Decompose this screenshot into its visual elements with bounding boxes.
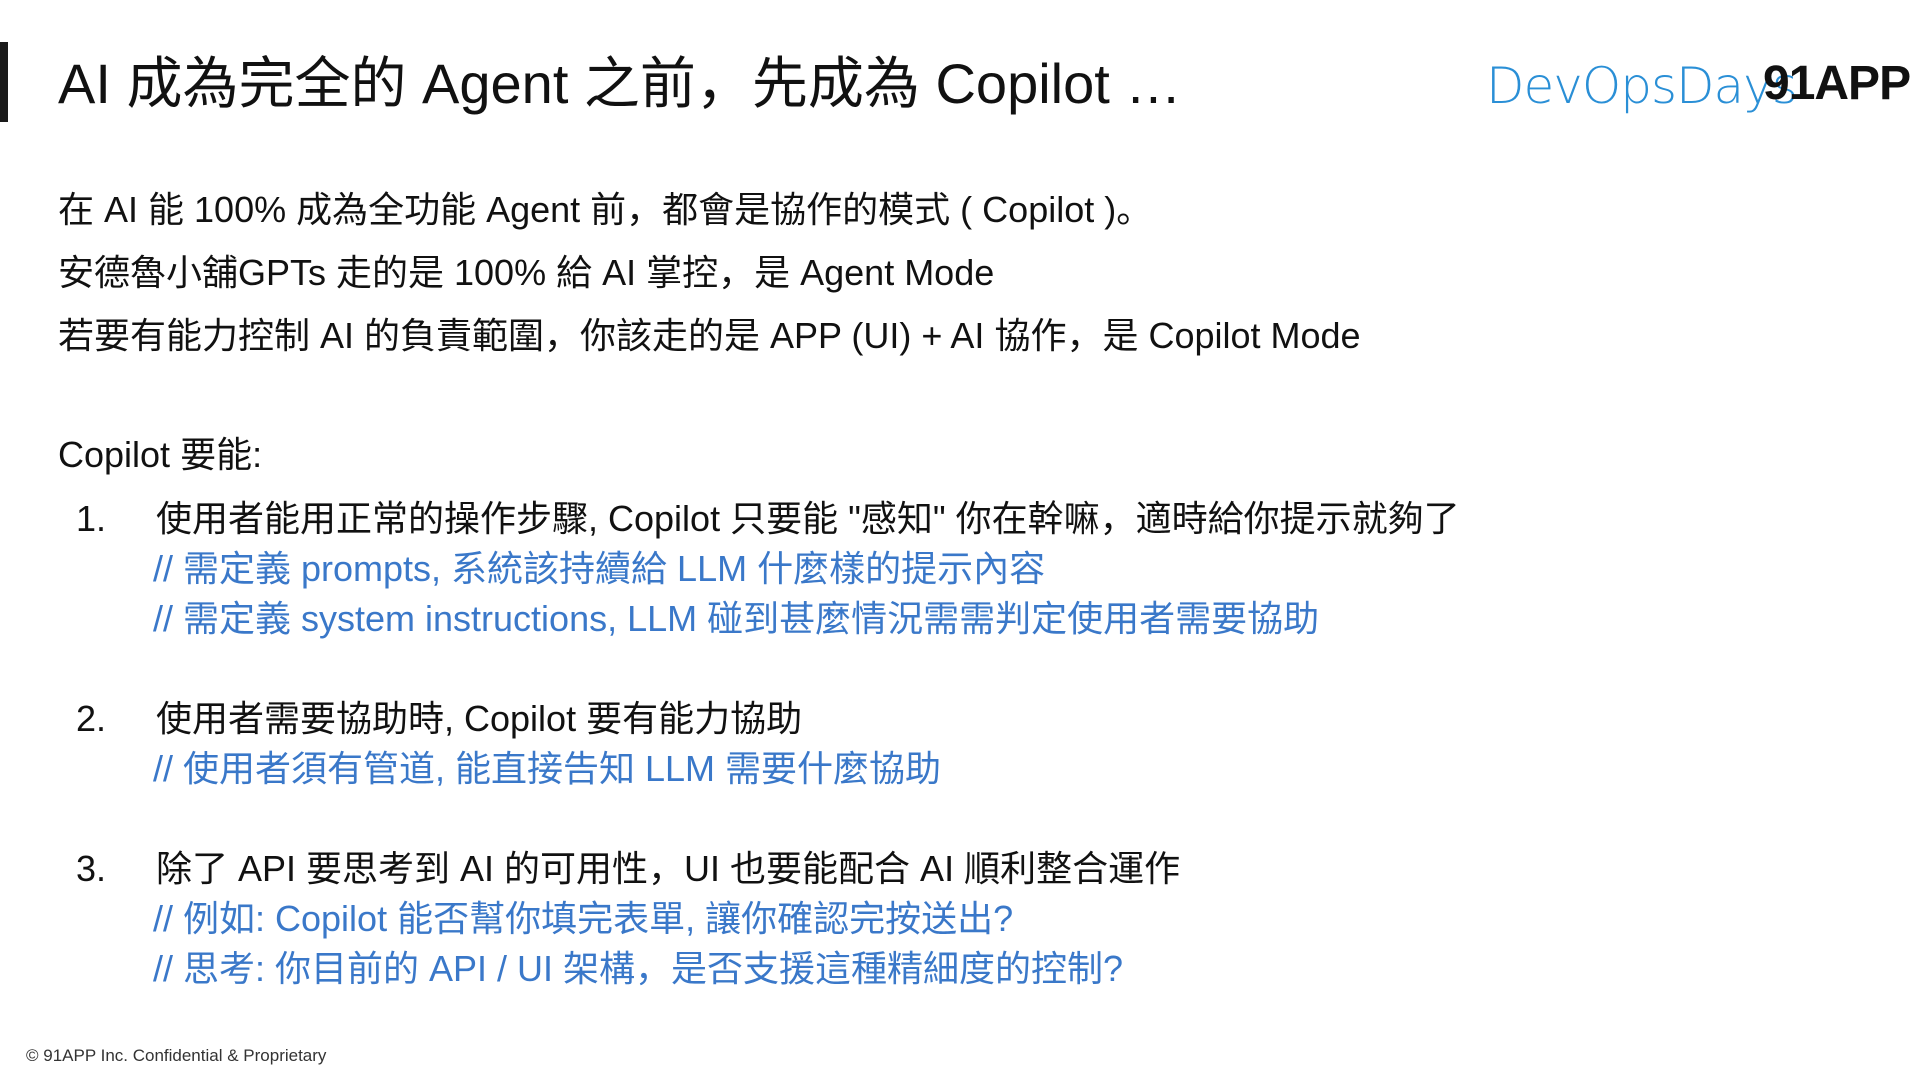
item-note: // 需定義 system instructions, LLM 碰到甚麼情況需需… — [153, 598, 1320, 639]
intro-list: 在 AI 能 100% 成為全功能 Agent 前，都會是協作的模式 ( Cop… — [58, 178, 1361, 367]
devopsdays-logo: DevOpsDays — [1486, 57, 1798, 115]
item-note: // 例如: Copilot 能否幫你填完表單, 讓你確認完按送出? — [153, 898, 1014, 939]
item-text: 使用者能用正常的操作步驟, Copilot 只要能 "感知" 你在幹嘛，適時給你… — [156, 498, 1460, 539]
title-accent-bar — [0, 42, 8, 122]
confidential-footer: © 91APP Inc. Confidential & Proprietary — [26, 1046, 327, 1065]
list-item-3: 3. 除了 API 要思考到 AI 的可用性，UI 也要能配合 AI 順利整合運… — [58, 844, 1180, 994]
intro-line: 安德魯小舖GPTs 走的是 100% 給 AI 掌控，是 Agent Mode — [58, 252, 995, 293]
item-note: // 需定義 prompts, 系統該持續給 LLM 什麼樣的提示內容 — [153, 548, 1046, 589]
list-item-1: 1. 使用者能用正常的操作步驟, Copilot 只要能 "感知" 你在幹嘛，適… — [58, 494, 1460, 644]
intro-line: 若要有能力控制 AI 的負責範圍，你該走的是 APP (UI) + AI 協作，… — [58, 315, 1361, 356]
slide-title: AI 成為完全的 Agent 之前，先成為 Copilot … — [58, 52, 1182, 115]
item-number: 3. — [76, 848, 107, 889]
section-heading: Copilot 要能: — [58, 434, 263, 475]
item-number: 1. — [76, 498, 107, 539]
item-text: 使用者需要協助時, Copilot 要有能力協助 — [156, 698, 803, 739]
item-note: // 使用者須有管道, 能直接告知 LLM 需要什麼協助 — [153, 748, 942, 789]
item-number: 2. — [76, 698, 107, 739]
intro-line: 在 AI 能 100% 成為全功能 Agent 前，都會是協作的模式 ( Cop… — [58, 189, 1153, 230]
91app-logo: 91APP — [1763, 57, 1911, 110]
list-item-2: 2. 使用者需要協助時, Copilot 要有能力協助 // 使用者須有管道, … — [58, 694, 941, 794]
item-note: // 思考: 你目前的 API / UI 架構，是否支援這種精細度的控制? — [153, 948, 1124, 989]
item-text: 除了 API 要思考到 AI 的可用性，UI 也要能配合 AI 順利整合運作 — [156, 848, 1181, 889]
